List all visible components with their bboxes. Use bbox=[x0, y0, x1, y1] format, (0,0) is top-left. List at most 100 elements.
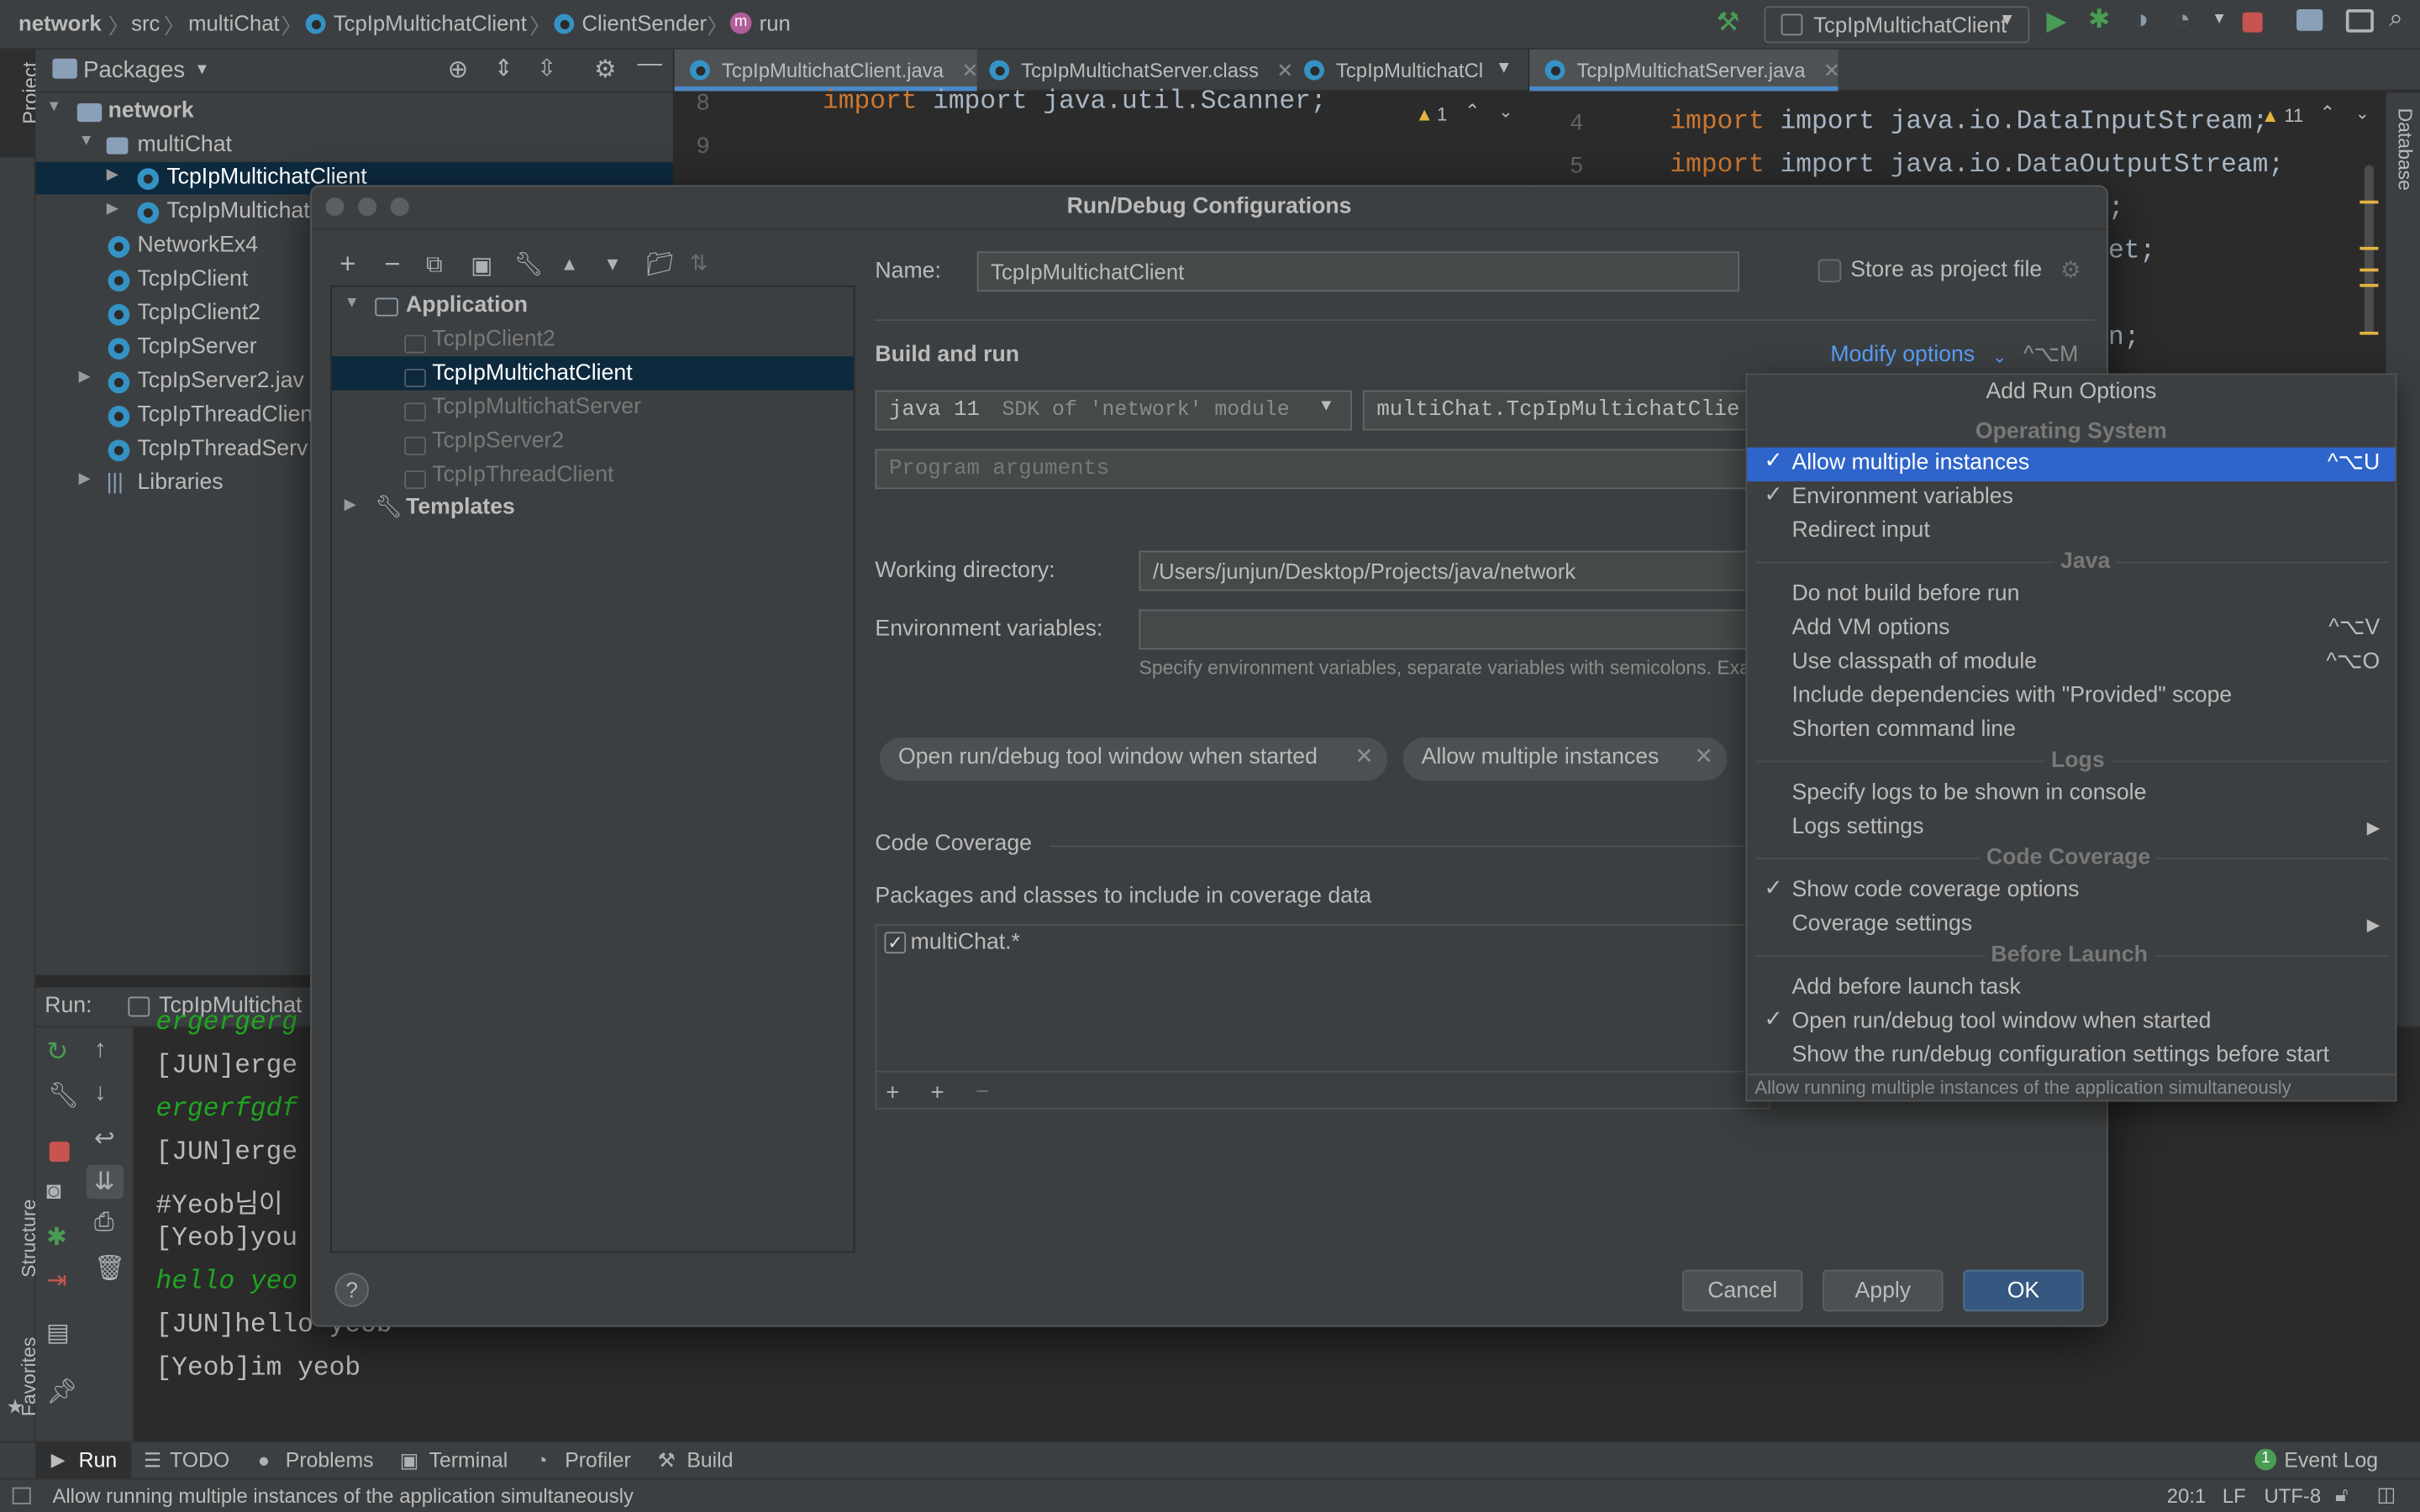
toggle-tool-windows-icon[interactable] bbox=[12, 1487, 31, 1504]
option-specify-logs[interactable]: Specify logs to be shown in console bbox=[1747, 778, 2395, 811]
modify-options-link[interactable]: Modify options bbox=[1830, 343, 1975, 367]
run-config-selector[interactable]: TcpIpMultichatClient ▼ bbox=[1764, 6, 2030, 44]
close-tab-icon[interactable]: ✕ bbox=[1823, 59, 1840, 82]
stop-icon[interactable] bbox=[49, 1142, 70, 1163]
breadcrumb-client[interactable]: TcpIpMultichatClient bbox=[334, 11, 527, 35]
tree-item-tcpipthreadserver[interactable]: TcpIpThreadServ bbox=[137, 437, 308, 461]
tree-item-libraries[interactable]: Libraries bbox=[137, 470, 223, 495]
more-run-chevron-icon[interactable]: ▼ bbox=[2212, 11, 2227, 28]
tool-tab-event-log[interactable]: Event Log bbox=[2284, 1449, 2378, 1473]
camera-icon[interactable]: ◙ bbox=[46, 1179, 61, 1206]
trash-icon[interactable]: 🗑︎ bbox=[94, 1252, 125, 1284]
debug-icon[interactable]: ✱ bbox=[2088, 5, 2110, 36]
option-show-coverage[interactable]: ✓ Show code coverage options bbox=[1747, 874, 2395, 908]
working-directory-input[interactable]: /Users/junjun/Desktop/Projects/java/netw… bbox=[1139, 550, 1765, 591]
hide-icon[interactable]: — bbox=[638, 51, 662, 79]
tree-item-tcpipclient[interactable]: TcpIpClient bbox=[137, 267, 248, 291]
arrow-down-icon[interactable]: ↓ bbox=[94, 1080, 107, 1108]
database-tab[interactable]: Database bbox=[2394, 108, 2416, 191]
tree-item-tcpipclient2[interactable]: TcpIpClient2 bbox=[137, 301, 260, 325]
add-package-icon[interactable]: + bbox=[931, 1080, 944, 1106]
environment-variables-input[interactable] bbox=[1139, 609, 1765, 650]
exit-icon[interactable]: ⇥ bbox=[46, 1265, 67, 1296]
line-separator[interactable]: LF bbox=[2223, 1484, 2246, 1508]
expand-arrow-icon[interactable]: ▶ bbox=[79, 470, 91, 487]
option-shorten-command-line[interactable]: Shorten command line bbox=[1747, 714, 2395, 748]
ok-button[interactable]: OK bbox=[1963, 1269, 2084, 1312]
tool-tab-problems[interactable]: Problems bbox=[286, 1449, 374, 1473]
tool-tab-build[interactable]: Build bbox=[687, 1449, 733, 1473]
chevron-down-icon[interactable]: ⌄ bbox=[1498, 102, 1512, 122]
tree-item-network[interactable]: network bbox=[108, 99, 194, 123]
option-allow-multiple-instances[interactable]: ✓ Allow multiple instances ^⌥U bbox=[1747, 447, 2396, 482]
tab-multichat-client-2[interactable]: TcpIpMultichatCli bbox=[1298, 50, 1483, 92]
tree-item-networkex4[interactable]: NetworkEx4 bbox=[137, 233, 258, 257]
breadcrumb-multichat[interactable]: multiChat bbox=[188, 11, 280, 35]
warning-icon[interactable]: ▲ bbox=[2261, 105, 2280, 127]
cancel-button[interactable]: Cancel bbox=[1682, 1269, 1803, 1312]
tool-tab-terminal[interactable]: Terminal bbox=[429, 1449, 508, 1473]
close-tab-icon[interactable]: ✕ bbox=[961, 59, 978, 82]
layout-icon[interactable]: ▤ bbox=[46, 1318, 70, 1349]
chevron-down-icon[interactable]: ⌄ bbox=[1992, 347, 2007, 367]
window-layout-icon[interactable] bbox=[2345, 9, 2374, 33]
wrench-icon[interactable]: 🔧︎ bbox=[48, 1080, 79, 1111]
apply-button[interactable]: Apply bbox=[1823, 1269, 1944, 1312]
save-icon[interactable]: ▣ bbox=[471, 251, 492, 279]
breadcrumb-clientsender[interactable]: ClientSender bbox=[581, 11, 707, 35]
collapse-all-icon[interactable]: ⇳ bbox=[537, 54, 556, 81]
profiler-icon[interactable]: ◔ bbox=[2175, 5, 2191, 36]
tab-list-chevron-icon[interactable]: ▼ bbox=[1496, 59, 1512, 77]
expand-arrow-icon[interactable]: ▶ bbox=[345, 496, 356, 513]
expand-arrow-icon[interactable]: ▼ bbox=[79, 133, 94, 150]
soft-wrap-icon[interactable]: ↩ bbox=[94, 1123, 115, 1154]
warning-marker[interactable] bbox=[2360, 283, 2379, 287]
expand-all-icon[interactable]: ⇕ bbox=[494, 54, 513, 81]
chevron-down-icon[interactable]: ⌄ bbox=[2355, 103, 2370, 123]
move-down-icon[interactable]: ▼ bbox=[603, 253, 622, 275]
build-hammer-icon[interactable]: ⚒ bbox=[1716, 8, 1739, 39]
option-environment-variables[interactable]: ✓ Environment variables bbox=[1747, 481, 2395, 515]
file-encoding[interactable]: UTF-8 bbox=[2264, 1484, 2321, 1508]
coverage-icon[interactable]: ◑ bbox=[2133, 5, 2149, 36]
warning-marker[interactable] bbox=[2360, 268, 2379, 272]
tree-item-tcpipthreadclient[interactable]: TcpIpThreadClien bbox=[137, 402, 313, 427]
wrench-icon[interactable]: 🔧︎ bbox=[514, 250, 544, 277]
caret-position[interactable]: 20:1 bbox=[2167, 1484, 2206, 1508]
search-everywhere-icon[interactable]: ⌕ bbox=[2389, 6, 2402, 34]
tree-item-multichat[interactable]: multiChat bbox=[137, 133, 232, 157]
memory-indicator-icon[interactable]: ◫ bbox=[2377, 1483, 2396, 1507]
remove-chip-icon[interactable]: ✕ bbox=[1355, 745, 1373, 769]
locate-icon[interactable]: ⊕ bbox=[448, 54, 469, 85]
expand-arrow-icon[interactable]: ▶ bbox=[107, 201, 118, 218]
add-class-icon[interactable]: + bbox=[886, 1080, 899, 1106]
breadcrumb-src[interactable]: src bbox=[131, 11, 160, 35]
expand-arrow-icon[interactable]: ▶ bbox=[79, 369, 91, 386]
chevron-up-icon[interactable]: ⌃ bbox=[1465, 100, 1480, 122]
tree-templates[interactable]: Templates bbox=[406, 496, 515, 520]
main-class-input[interactable]: multiChat.TcpIpMultichatClie bbox=[1362, 390, 1765, 431]
run-icon[interactable]: ▶ bbox=[2047, 6, 2067, 37]
sdk-select[interactable]: java 11 SDK of 'network' module ▼ bbox=[875, 390, 1352, 431]
tab-multichat-server-java[interactable]: TcpIpMultichatServer.java ✕ bbox=[1529, 49, 1840, 92]
copy-icon[interactable]: ⧉ bbox=[426, 251, 443, 277]
option-coverage-settings[interactable]: Coverage settings ▶ bbox=[1747, 909, 2395, 942]
option-open-tool-window[interactable]: ✓ Open run/debug tool window when starte… bbox=[1747, 1006, 2395, 1040]
option-add-before-launch[interactable]: Add before launch task bbox=[1747, 972, 2395, 1005]
debug-bug-icon[interactable]: ✱ bbox=[46, 1222, 67, 1253]
program-arguments-input[interactable]: Program arguments bbox=[875, 449, 1765, 490]
lock-icon[interactable]: 🔓︎ bbox=[2335, 1483, 2348, 1507]
warning-marker[interactable] bbox=[2360, 246, 2379, 250]
warning-marker[interactable] bbox=[2360, 331, 2379, 335]
tree-item-multichat-server[interactable]: TcpIpMultichatS bbox=[166, 199, 324, 223]
help-button[interactable]: ? bbox=[334, 1273, 369, 1307]
tree-item-tcpipserver2[interactable]: TcpIpServer2.jav bbox=[137, 369, 303, 393]
option-redirect-input[interactable]: Redirect input bbox=[1747, 515, 2395, 549]
expand-arrow-icon[interactable]: ▼ bbox=[345, 295, 360, 312]
arrow-up-icon[interactable]: ↑ bbox=[94, 1037, 107, 1064]
option-use-classpath[interactable]: Use classpath of module ^⌥O bbox=[1747, 647, 2395, 680]
gear-icon[interactable]: ⚙ bbox=[2060, 256, 2081, 284]
breadcrumb-network[interactable]: network bbox=[18, 11, 102, 35]
view-selector[interactable]: Packages bbox=[83, 57, 185, 83]
structure-tab[interactable]: Structure bbox=[5, 1185, 40, 1278]
